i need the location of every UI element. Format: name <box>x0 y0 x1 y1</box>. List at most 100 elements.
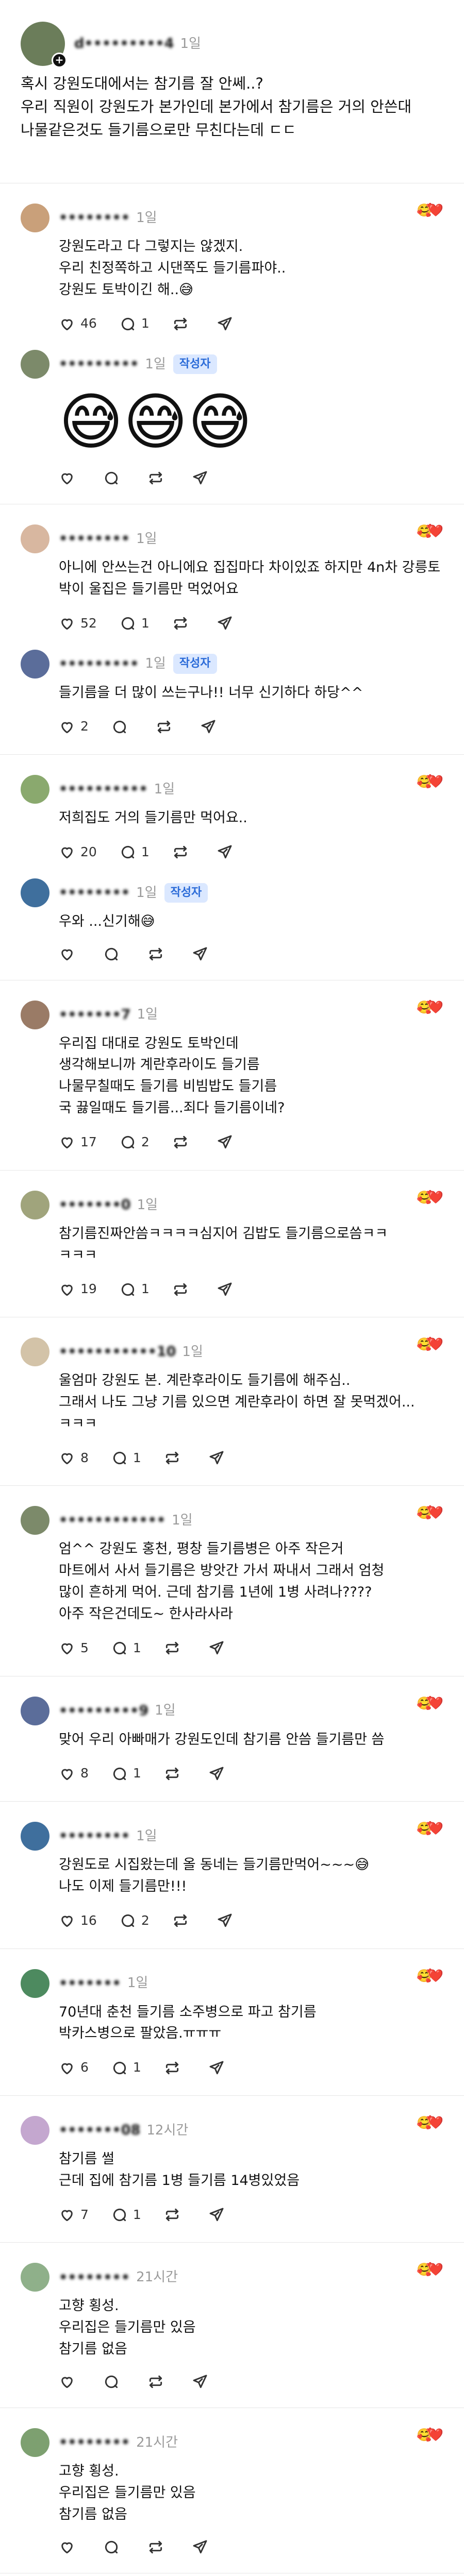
like-button[interactable]: 17 <box>59 1132 97 1153</box>
avatar[interactable] <box>21 1337 49 1367</box>
repost-button[interactable] <box>147 2539 169 2555</box>
share-button[interactable] <box>208 2060 230 2076</box>
username[interactable]: •••••••• <box>59 882 130 904</box>
reply-button[interactable]: 1 <box>120 614 150 634</box>
avatar[interactable] <box>21 1000 49 1029</box>
reply-button[interactable] <box>103 470 125 486</box>
share-button[interactable] <box>208 1640 230 1656</box>
reaction-summary[interactable]: 🥰 ❤️ <box>417 2263 443 2276</box>
reply-button[interactable]: 1 <box>111 1638 141 1658</box>
reply-button[interactable]: 1 <box>111 1764 141 1784</box>
like-button[interactable]: 19 <box>59 1279 97 1299</box>
username[interactable]: •••••••08 <box>59 2120 140 2141</box>
repost-button[interactable] <box>164 1640 186 1656</box>
avatar[interactable] <box>21 1822 49 1851</box>
repost-button[interactable] <box>147 470 169 486</box>
avatar[interactable] <box>21 1969 49 1998</box>
reaction-summary[interactable]: 🥰 ❤️ <box>417 1001 443 1013</box>
avatar[interactable] <box>21 1506 49 1535</box>
repost-button[interactable] <box>164 2207 186 2223</box>
like-button[interactable]: 5 <box>59 1638 89 1658</box>
repost-button[interactable] <box>172 615 194 632</box>
like-button[interactable]: 7 <box>59 2205 89 2225</box>
reply-button[interactable]: 1 <box>111 1448 141 1468</box>
share-button[interactable] <box>208 1766 230 1782</box>
plus-icon[interactable]: + <box>52 53 67 68</box>
repost-button[interactable] <box>172 1281 194 1298</box>
like-button[interactable] <box>59 2539 80 2555</box>
username[interactable]: ••••••••• <box>59 353 139 375</box>
avatar[interactable] <box>21 878 49 907</box>
share-button[interactable] <box>217 1912 238 1929</box>
username[interactable]: ••••••••• <box>59 653 139 675</box>
reaction-summary[interactable]: 🥰 ❤️ <box>417 525 443 537</box>
reaction-summary[interactable]: 🥰 ❤️ <box>417 2429 443 2441</box>
username[interactable]: •••••••••• <box>59 778 148 800</box>
avatar[interactable] <box>21 649 49 679</box>
username[interactable]: •••••••••••• <box>59 1510 165 1531</box>
share-button[interactable] <box>192 946 213 962</box>
username[interactable]: •••••••• <box>59 207 130 229</box>
avatar[interactable] <box>21 1190 49 1219</box>
reply-button[interactable] <box>111 719 133 735</box>
reply-button[interactable]: 1 <box>120 314 150 334</box>
username[interactable]: •••••••• <box>59 2432 130 2453</box>
avatar[interactable] <box>21 1696 49 1725</box>
repost-button[interactable] <box>172 1134 194 1150</box>
reply-button[interactable]: 1 <box>111 2205 141 2225</box>
like-button[interactable]: 20 <box>59 842 97 862</box>
username[interactable]: d•••••••••4 <box>74 33 174 55</box>
like-button[interactable]: 8 <box>59 1764 89 1784</box>
reaction-summary[interactable]: 🥰 ❤️ <box>417 1970 443 1982</box>
like-button[interactable] <box>59 946 80 962</box>
username[interactable]: •••••••• <box>59 528 130 550</box>
repost-button[interactable] <box>147 2374 169 2390</box>
share-button[interactable] <box>217 1281 238 1298</box>
username[interactable]: •••••••• <box>59 1825 130 1847</box>
share-button[interactable] <box>217 316 238 332</box>
repost-button[interactable] <box>172 844 194 860</box>
username[interactable]: •••••••• <box>59 2267 130 2289</box>
avatar[interactable] <box>21 2263 49 2292</box>
repost-button[interactable] <box>172 1912 194 1929</box>
like-button[interactable]: 52 <box>59 614 97 634</box>
like-button[interactable] <box>59 470 80 486</box>
like-button[interactable]: 8 <box>59 1448 89 1468</box>
repost-button[interactable] <box>164 2060 186 2076</box>
reaction-summary[interactable]: 🥰 ❤️ <box>417 1506 443 1519</box>
like-button[interactable]: 2 <box>59 717 89 737</box>
avatar[interactable] <box>21 775 49 804</box>
repost-button[interactable] <box>164 1766 186 1782</box>
username[interactable]: •••••••••••10 <box>59 1341 176 1363</box>
share-button[interactable] <box>200 719 222 735</box>
share-button[interactable] <box>208 1450 230 1466</box>
avatar[interactable] <box>21 2116 49 2145</box>
share-button[interactable] <box>217 844 238 860</box>
reply-button[interactable]: 2 <box>120 1132 150 1153</box>
reply-button[interactable]: 1 <box>120 1279 150 1299</box>
like-button[interactable]: 16 <box>59 1911 97 1931</box>
reaction-summary[interactable]: 🥰 ❤️ <box>417 1191 443 1204</box>
avatar[interactable] <box>21 524 49 554</box>
like-button[interactable]: 6 <box>59 2058 89 2078</box>
reply-button[interactable]: 2 <box>120 1911 150 1931</box>
reply-button[interactable] <box>103 2374 125 2390</box>
reply-button[interactable] <box>103 2539 125 2555</box>
like-button[interactable] <box>59 2374 80 2390</box>
username[interactable]: •••••••7 <box>59 1004 131 1026</box>
repost-button[interactable] <box>147 946 169 962</box>
share-button[interactable] <box>192 2374 213 2390</box>
avatar[interactable] <box>21 203 49 232</box>
reaction-summary[interactable]: 🥰 ❤️ <box>417 204 443 216</box>
reaction-summary[interactable]: 🥰 ❤️ <box>417 2116 443 2129</box>
reaction-summary[interactable]: 🥰 ❤️ <box>417 1697 443 1709</box>
reaction-summary[interactable]: 🥰 ❤️ <box>417 1338 443 1350</box>
share-button[interactable] <box>208 2207 230 2223</box>
reaction-summary[interactable]: 🥰 ❤️ <box>417 1822 443 1835</box>
reaction-summary[interactable]: 🥰 ❤️ <box>417 775 443 788</box>
share-button[interactable] <box>217 615 238 632</box>
share-button[interactable] <box>217 1134 238 1150</box>
repost-button[interactable] <box>164 1450 186 1466</box>
reply-button[interactable] <box>103 946 125 962</box>
share-button[interactable] <box>192 470 213 486</box>
